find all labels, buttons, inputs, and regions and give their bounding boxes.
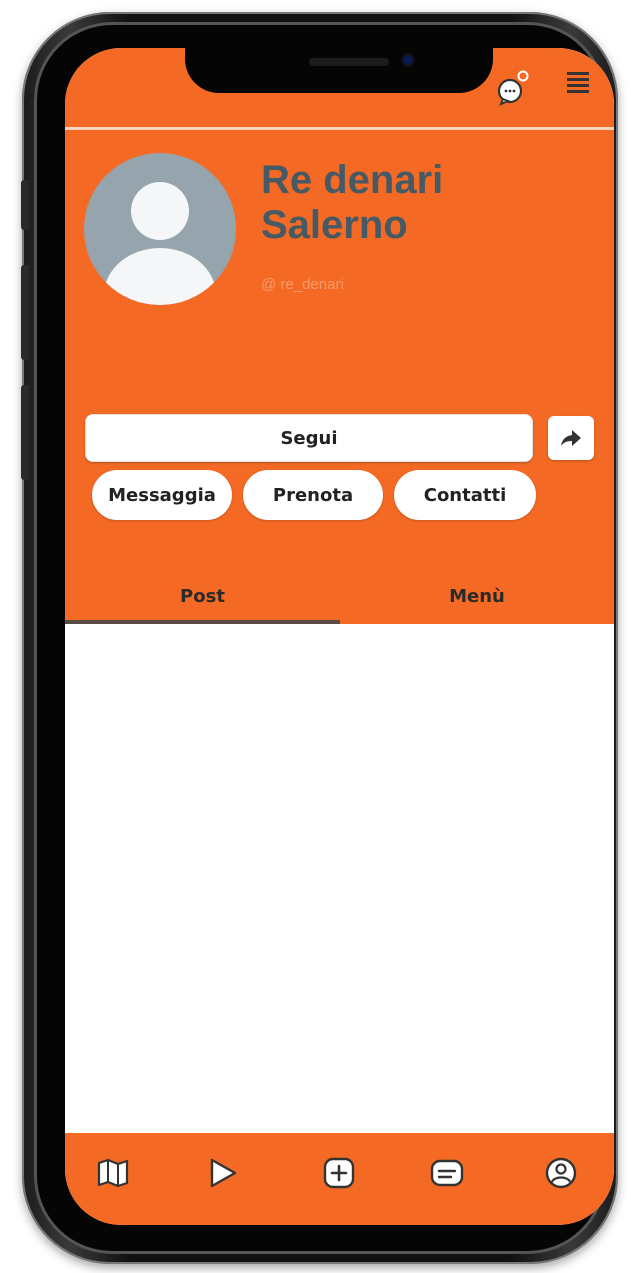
- side-button: [21, 265, 29, 360]
- profile-name-line1: Re denari: [261, 158, 444, 202]
- contacts-button[interactable]: Contatti: [394, 470, 536, 520]
- profile-icon[interactable]: [541, 1153, 581, 1193]
- card-icon[interactable]: [427, 1153, 467, 1193]
- tab-post[interactable]: Post: [65, 570, 340, 622]
- side-button: [21, 385, 29, 480]
- side-button: [21, 180, 29, 230]
- active-tab-indicator: [65, 620, 340, 624]
- profile-handle: @ re_denari: [261, 276, 344, 293]
- profile-name-line2: Salerno: [261, 203, 408, 247]
- profile-header: [65, 48, 614, 624]
- chat-icon[interactable]: [495, 70, 531, 106]
- profile-name: Re denari Salerno: [261, 158, 561, 248]
- follow-button[interactable]: Segui: [85, 414, 533, 462]
- map-icon[interactable]: [93, 1153, 133, 1193]
- tab-menu[interactable]: Menù: [340, 570, 614, 622]
- avatar[interactable]: [84, 153, 236, 305]
- notch: [185, 48, 493, 93]
- hamburger-menu-icon[interactable]: [567, 72, 589, 98]
- camera: [403, 55, 413, 65]
- play-icon[interactable]: [203, 1153, 243, 1193]
- header-divider: [65, 127, 614, 130]
- app-screen: Re denari Salerno @ re_denari Segui Mess…: [65, 48, 614, 1225]
- message-button[interactable]: Messaggia: [92, 470, 232, 520]
- share-button[interactable]: [548, 416, 594, 460]
- add-icon[interactable]: [319, 1153, 359, 1193]
- bottom-nav: [65, 1133, 614, 1225]
- share-arrow-icon: [561, 430, 581, 446]
- speaker: [309, 58, 389, 66]
- book-button[interactable]: Prenota: [243, 470, 383, 520]
